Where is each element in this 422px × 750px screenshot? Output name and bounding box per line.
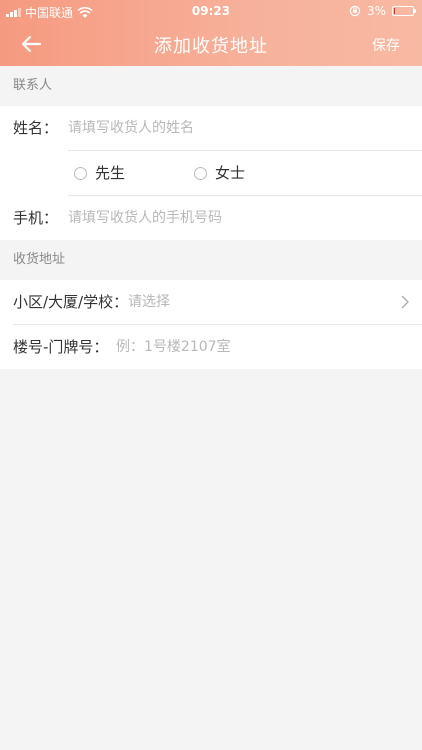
address-card: 小区/大厦/学校： 请选择 楼号-门牌号：: [0, 280, 422, 369]
gender-label-male: 先生: [95, 164, 126, 182]
phone-label: 手机：: [13, 209, 59, 227]
room-input[interactable]: [116, 332, 398, 362]
gender-option-male[interactable]: 先生: [74, 151, 125, 195]
rotation-lock-icon: [349, 5, 361, 17]
radio-icon: [74, 166, 87, 180]
gender-row: 先生 女士: [0, 151, 422, 195]
phone-input[interactable]: [68, 203, 398, 233]
chevron-right-icon: [401, 295, 409, 309]
header: 中国联通 09:23 3% 添加收货地址 保存: [0, 0, 422, 66]
contact-section-label: 联系人: [13, 78, 53, 93]
battery-percent: 3%: [366, 4, 386, 18]
page-title: 添加收货地址: [154, 36, 268, 57]
nav-bar: 添加收货地址 保存: [0, 22, 422, 66]
battery-fill: [394, 8, 395, 14]
save-button[interactable]: 保存: [372, 35, 400, 55]
name-input[interactable]: [68, 113, 398, 143]
phone-row: 手机：: [0, 196, 422, 240]
name-label: 姓名：: [13, 119, 59, 137]
community-picker[interactable]: 请选择: [128, 280, 170, 324]
battery-icon: [392, 6, 416, 16]
status-right: 3%: [349, 4, 416, 18]
address-section-label: 收货地址: [13, 252, 66, 267]
gender-label-female: 女士: [215, 164, 246, 182]
name-row: 姓名：: [0, 106, 422, 150]
gender-option-female[interactable]: 女士: [194, 151, 245, 195]
room-label: 楼号-门牌号：: [13, 338, 109, 356]
radio-icon: [194, 166, 207, 180]
community-label: 小区/大厦/学校：: [13, 293, 129, 311]
room-row: 楼号-门牌号：: [0, 325, 422, 369]
status-bar: 中国联通 09:23 3%: [0, 0, 422, 22]
community-row[interactable]: 小区/大厦/学校： 请选择: [0, 280, 422, 324]
contact-card: 姓名： 先生 女士 手机：: [0, 106, 422, 240]
